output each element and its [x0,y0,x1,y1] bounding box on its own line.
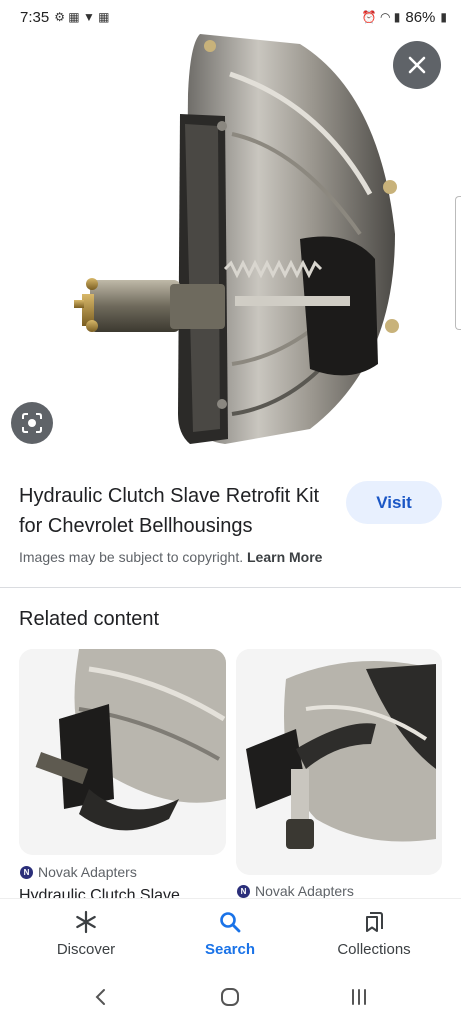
lens-icon [22,413,42,433]
home-icon [221,988,239,1006]
search-icon [215,907,245,937]
related-source: N Novak Adapters [237,883,354,899]
status-left: 7:35 ⚙ ▦ ▼ ▦ [20,9,110,26]
system-navigation [0,970,461,1024]
notification-icons: ⚙ ▦ ▼ ▦ [54,10,110,24]
lens-button[interactable] [11,402,53,444]
back-button[interactable] [86,982,116,1012]
signal-icons: ⏰ ◠ ▮ [361,10,401,24]
nav-collections-label: Collections [337,941,411,958]
nav-discover[interactable]: Discover [26,907,146,958]
result-title[interactable]: Hydraulic Clutch Slave Retrofit Kit for … [19,481,329,541]
close-icon [408,56,426,74]
related-card-title[interactable]: Hydraulic Clutch Slave [19,886,226,898]
hero-image[interactable] [0,34,461,462]
status-time: 7:35 [20,8,50,26]
battery-icon: ▮ [440,10,447,24]
related-image-1 [19,649,226,855]
close-button[interactable] [393,41,441,89]
bellhousing-image [74,34,399,444]
learn-more-link[interactable]: Learn More [247,549,322,565]
bottom-navigation: Discover Search Collections [0,898,461,970]
copyright-text: Images may be subject to copyright. [19,549,244,565]
related-heading: Related content [19,608,160,630]
collections-icon [359,907,389,937]
related-source: N Novak Adapters [20,864,137,880]
visit-button[interactable]: Visit [346,481,442,524]
recent-apps-button[interactable] [344,982,374,1012]
related-card-image[interactable] [236,649,442,875]
status-bar: 7:35 ⚙ ▦ ▼ ▦ ⏰ ◠ ▮ 86% ▮ [0,0,461,34]
nav-collections[interactable]: Collections [314,907,434,958]
related-card-image[interactable] [19,649,226,855]
novak-logo-icon: N [237,884,250,898]
related-image-2 [236,649,442,875]
recent-apps-icon [352,989,366,1005]
divider [0,587,461,588]
nav-search-label: Search [204,941,256,958]
copyright-notice: Images may be subject to copyright. Lear… [19,549,322,565]
nav-discover-label: Discover [56,941,116,958]
battery-level: 86% [405,8,436,26]
related-source-name: Novak Adapters [255,883,354,899]
asterisk-icon [71,907,101,937]
result-title-block: Hydraulic Clutch Slave Retrofit Kit for … [19,481,329,541]
novak-logo-icon: N [20,865,33,879]
status-right: ⏰ ◠ ▮ 86% ▮ [362,9,447,26]
back-chevron-icon [95,989,105,1005]
side-panel-handle[interactable] [455,196,461,330]
related-source-name: Novak Adapters [38,864,137,880]
home-button[interactable] [215,982,245,1012]
nav-search[interactable]: Search [170,907,290,958]
